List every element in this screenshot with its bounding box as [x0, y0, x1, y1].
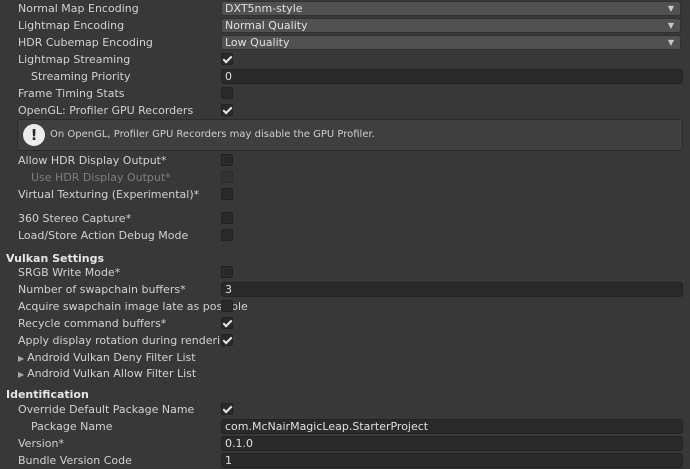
use-hdr-display-checkbox	[221, 171, 233, 183]
display-rotation-label: Apply display rotation during rendering	[18, 334, 235, 347]
display-rotation-row: Apply display rotation during rendering	[0, 332, 690, 349]
srgb-write-label: SRGB Write Mode*	[18, 266, 121, 279]
lightmap-streaming-row: Lightmap Streaming	[0, 51, 690, 68]
streaming-priority-field[interactable]: 0	[221, 69, 683, 84]
frame-timing-stats-label: Frame Timing Stats	[18, 87, 125, 100]
normal-map-encoding-row: Normal Map Encoding DXT5nm-style ▼	[0, 0, 690, 17]
lightmap-encoding-row: Lightmap Encoding Normal Quality ▼	[0, 17, 690, 34]
deny-filter-label: Android Vulkan Deny Filter List	[27, 351, 196, 364]
override-package-label: Override Default Package Name	[18, 403, 195, 416]
load-store-debug-row: Load/Store Action Debug Mode	[0, 227, 690, 244]
package-name-row: Package Name com.McNairMagicLeap.Starter…	[0, 418, 690, 435]
version-row: Version* 0.1.0	[0, 435, 690, 452]
help-message: On OpenGL, Profiler GPU Recorders may di…	[50, 129, 375, 140]
lightmap-encoding-dropdown[interactable]: Normal Quality ▼	[221, 18, 681, 33]
stereo-capture-row: 360 Stereo Capture*	[0, 210, 690, 227]
load-store-debug-checkbox[interactable]	[221, 229, 233, 241]
dropdown-value: Normal Quality	[225, 19, 308, 32]
lightmap-streaming-label: Lightmap Streaming	[18, 53, 131, 66]
info-icon: !	[23, 124, 45, 146]
virtual-texturing-label: Virtual Texturing (Experimental)*	[18, 188, 200, 201]
frame-timing-stats-row: Frame Timing Stats	[0, 85, 690, 102]
use-hdr-display-label: Use HDR Display Output*	[31, 171, 171, 184]
deny-filter-foldout[interactable]: ▶ Android Vulkan Deny Filter List	[18, 349, 196, 366]
bundle-code-field[interactable]: 1	[221, 453, 683, 468]
package-name-label: Package Name	[31, 420, 113, 433]
recycle-buffers-label: Recycle command buffers*	[18, 317, 167, 330]
hdr-cubemap-encoding-row: HDR Cubemap Encoding Low Quality ▼	[0, 34, 690, 51]
virtual-texturing-row: Virtual Texturing (Experimental)*	[0, 186, 690, 203]
swapchain-buffers-label: Number of swapchain buffers*	[18, 283, 186, 296]
chevron-down-icon: ▼	[667, 21, 674, 30]
chevron-down-icon: ▼	[667, 38, 674, 47]
allow-filter-label: Android Vulkan Allow Filter List	[27, 367, 197, 380]
normal-map-encoding-label: Normal Map Encoding	[18, 2, 139, 15]
dropdown-value: Low Quality	[225, 36, 290, 49]
srgb-write-row: SRGB Write Mode*	[0, 264, 690, 281]
opengl-profiler-checkbox[interactable]	[221, 104, 233, 116]
opengl-profiler-label: OpenGL: Profiler GPU Recorders	[18, 104, 194, 117]
swapchain-buffers-field[interactable]: 3	[221, 282, 683, 297]
opengl-profiler-row: OpenGL: Profiler GPU Recorders	[0, 102, 690, 119]
allow-filter-foldout[interactable]: ▶ Android Vulkan Allow Filter List	[18, 365, 196, 382]
chevron-down-icon: ▼	[667, 4, 674, 13]
hdr-cubemap-encoding-dropdown[interactable]: Low Quality ▼	[221, 35, 681, 50]
swapchain-buffers-row: Number of swapchain buffers* 3	[0, 281, 690, 298]
srgb-write-checkbox[interactable]	[221, 266, 233, 278]
acquire-late-checkbox[interactable]	[221, 300, 233, 312]
bundle-code-label: Bundle Version Code	[18, 454, 132, 467]
help-box: ! On OpenGL, Profiler GPU Recorders may …	[17, 119, 683, 151]
package-name-field[interactable]: com.McNairMagicLeap.StarterProject	[221, 419, 683, 434]
override-package-row: Override Default Package Name	[0, 401, 690, 418]
dropdown-value: DXT5nm-style	[225, 2, 303, 15]
use-hdr-display-row: Use HDR Display Output*	[0, 169, 690, 186]
lightmap-streaming-checkbox[interactable]	[221, 53, 233, 65]
version-field[interactable]: 0.1.0	[221, 436, 683, 451]
version-label: Version*	[18, 437, 64, 450]
allow-hdr-display-label: Allow HDR Display Output*	[18, 154, 167, 167]
allow-hdr-display-checkbox[interactable]	[221, 154, 233, 166]
override-package-checkbox[interactable]	[221, 403, 233, 415]
stereo-capture-checkbox[interactable]	[221, 212, 233, 224]
acquire-late-row: Acquire swapchain image late as possible	[0, 298, 690, 315]
acquire-late-label: Acquire swapchain image late as possible	[18, 300, 248, 313]
virtual-texturing-checkbox[interactable]	[221, 188, 233, 200]
stereo-capture-label: 360 Stereo Capture*	[18, 212, 132, 225]
normal-map-encoding-dropdown[interactable]: DXT5nm-style ▼	[221, 1, 681, 16]
triangle-right-icon: ▶	[18, 370, 25, 379]
allow-hdr-display-row: Allow HDR Display Output*	[0, 152, 690, 169]
hdr-cubemap-encoding-label: HDR Cubemap Encoding	[18, 36, 153, 49]
streaming-priority-label: Streaming Priority	[31, 70, 131, 83]
lightmap-encoding-label: Lightmap Encoding	[18, 19, 125, 32]
frame-timing-stats-checkbox[interactable]	[221, 87, 233, 99]
streaming-priority-row: Streaming Priority 0	[0, 68, 690, 85]
display-rotation-checkbox[interactable]	[221, 334, 233, 346]
bundle-code-row: Bundle Version Code 1	[0, 452, 690, 469]
recycle-buffers-row: Recycle command buffers*	[0, 315, 690, 332]
recycle-buffers-checkbox[interactable]	[221, 317, 233, 329]
load-store-debug-label: Load/Store Action Debug Mode	[18, 229, 189, 242]
